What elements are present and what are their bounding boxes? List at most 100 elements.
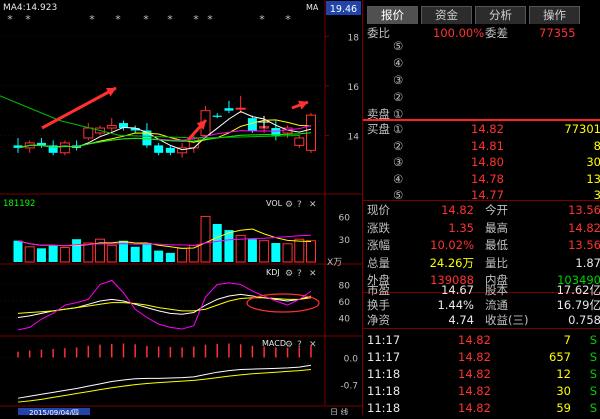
quote-row[interactable]: 现价 14.82 今开 13.56 (363, 201, 600, 219)
quote-tabs: 报价 资金 分析 操作 (367, 6, 580, 24)
volume-bar (24, 246, 35, 263)
volume-bar (36, 248, 46, 262)
trade-price: 14.82 (458, 401, 491, 415)
quote-label: 量比 (485, 255, 508, 270)
trade-row[interactable]: 11:18 14.82 12 S (363, 365, 600, 383)
trade-time: 11:18 (367, 384, 401, 398)
trade-row[interactable]: 11:17 14.82 7 S (363, 331, 600, 349)
quote-value: 14.82 (441, 203, 474, 217)
volume-bar (271, 243, 281, 262)
tab-funds[interactable]: 资金 (421, 6, 472, 24)
candle-body (165, 147, 175, 153)
trade-side: S (589, 333, 597, 347)
trade-time: 11:17 (367, 350, 401, 364)
trade-row[interactable]: 11:18 14.82 30 S (363, 382, 600, 400)
volume-bar (13, 240, 23, 262)
buy-volume: 30 (586, 155, 600, 169)
vol-value-label: 181192 (3, 199, 35, 209)
fundamental-label: 收益(三) (485, 313, 529, 327)
level-marker: ② (393, 138, 404, 153)
help-icon: ? (297, 269, 302, 279)
candle-body (83, 127, 94, 139)
candle-body (154, 145, 164, 153)
quote-value: 13.56 (568, 203, 600, 217)
star-marker: * (193, 13, 199, 26)
trade-row[interactable]: 11:18 14.82 59 S (363, 399, 600, 417)
buy-price: 14.81 (471, 138, 504, 153)
vol-title: VOL (266, 199, 283, 208)
trade-side: S (589, 384, 597, 398)
quote-value: 1.35 (448, 220, 474, 235)
tab-quote[interactable]: 报价 (367, 6, 418, 24)
buy-price: 14.78 (471, 171, 504, 186)
star-marker: * (207, 13, 213, 26)
quote-label: 今开 (485, 203, 508, 217)
candle-body (59, 142, 70, 154)
ma-label: MA (306, 3, 319, 12)
quote-value: 1.87 (575, 255, 600, 270)
fundamental-row[interactable]: 净资 4.74 收益(三) 0.758 (363, 311, 600, 329)
chart-background (0, 0, 362, 415)
quote-row[interactable]: 总量 24.26万 量比 1.87 (363, 254, 600, 272)
vol-y-tick: 60 (339, 213, 351, 223)
level-marker: ④ (393, 171, 404, 186)
macd-y-tick: -0.7 (340, 382, 358, 392)
sell-level-row[interactable]: ② (363, 88, 600, 106)
kline-chart-area[interactable]: MA4:14.923 MA 19.46 * * * * * * * * * * 18 16 14 181192 V… (0, 0, 362, 417)
close-icon: ✕ (309, 200, 317, 210)
sell-level-row[interactable]: ⑤ (363, 37, 600, 55)
quote-value: 13.56 (568, 238, 600, 252)
main-y-tick: 18 (348, 33, 360, 43)
fundamental-value: 4.74 (448, 313, 474, 327)
trade-side: S (589, 367, 597, 381)
buy-price: 14.82 (471, 122, 504, 136)
buy-level-row[interactable]: ④ 14.78 13 (363, 170, 600, 188)
trade-price: 14.82 (458, 367, 491, 381)
main-y-tick: 16 (348, 83, 360, 93)
volume-bar (48, 245, 58, 262)
buy-volume: 13 (586, 171, 600, 186)
candle-body (106, 125, 117, 129)
kdj-y-tick: 40 (339, 315, 351, 325)
help-icon: ? (297, 200, 302, 210)
sell-level-row[interactable]: ④ (363, 54, 600, 72)
macd-title: MACD (262, 339, 286, 348)
quote-label: 总量 (367, 255, 390, 270)
vol-y-tick: 30 (339, 236, 351, 246)
quote-value: 24.26万 (429, 255, 474, 270)
trade-volume: 7 (563, 333, 571, 347)
quote-row[interactable]: 涨幅 10.02% 最低 13.56 (363, 236, 600, 254)
buy-level-row[interactable]: ② 14.81 8 (363, 137, 600, 155)
level-marker: ② (393, 90, 404, 104)
quote-row[interactable]: 涨跌 1.35 最高 14.82 (363, 219, 600, 237)
candle-body (224, 108, 234, 111)
volume-bar (200, 215, 211, 263)
trade-time: 11:18 (367, 367, 401, 381)
trade-side: S (589, 350, 597, 364)
fundamental-value: 0.758 (568, 313, 600, 327)
tab-operate[interactable]: 操作 (529, 6, 580, 24)
level-marker: ④ (393, 56, 404, 70)
candle-body (212, 115, 222, 117)
price-tag: 19.46 (330, 4, 357, 15)
quote-value: 10.02% (430, 238, 474, 252)
tab-analysis[interactable]: 分析 (475, 6, 526, 24)
buy-level-row[interactable]: 买盘 ① 14.82 77301 (363, 120, 600, 138)
ma4-label: MA4:14.923 (3, 3, 57, 13)
volume-bar (83, 242, 94, 263)
buy-label: 买盘 (367, 122, 390, 136)
trade-row[interactable]: 11:17 14.82 657 S (363, 348, 600, 366)
close-icon: ✕ (309, 340, 317, 350)
buy-level-row[interactable]: ③ 14.80 30 (363, 153, 600, 171)
volume-bar (282, 243, 293, 263)
level-marker: ③ (393, 73, 404, 87)
candle-body (294, 137, 305, 146)
volume-bar (130, 246, 140, 262)
level-marker: ③ (393, 155, 404, 169)
trade-volume: 30 (556, 384, 571, 398)
volume-bar (142, 243, 152, 262)
sell-level-row[interactable]: ③ (363, 71, 600, 89)
kline-chart-svg[interactable]: MA4:14.923 MA 19.46 * * * * * * * * * * 18 16 14 181192 V… (0, 0, 362, 417)
divider (363, 328, 600, 329)
quote-label: 最低 (485, 238, 508, 252)
